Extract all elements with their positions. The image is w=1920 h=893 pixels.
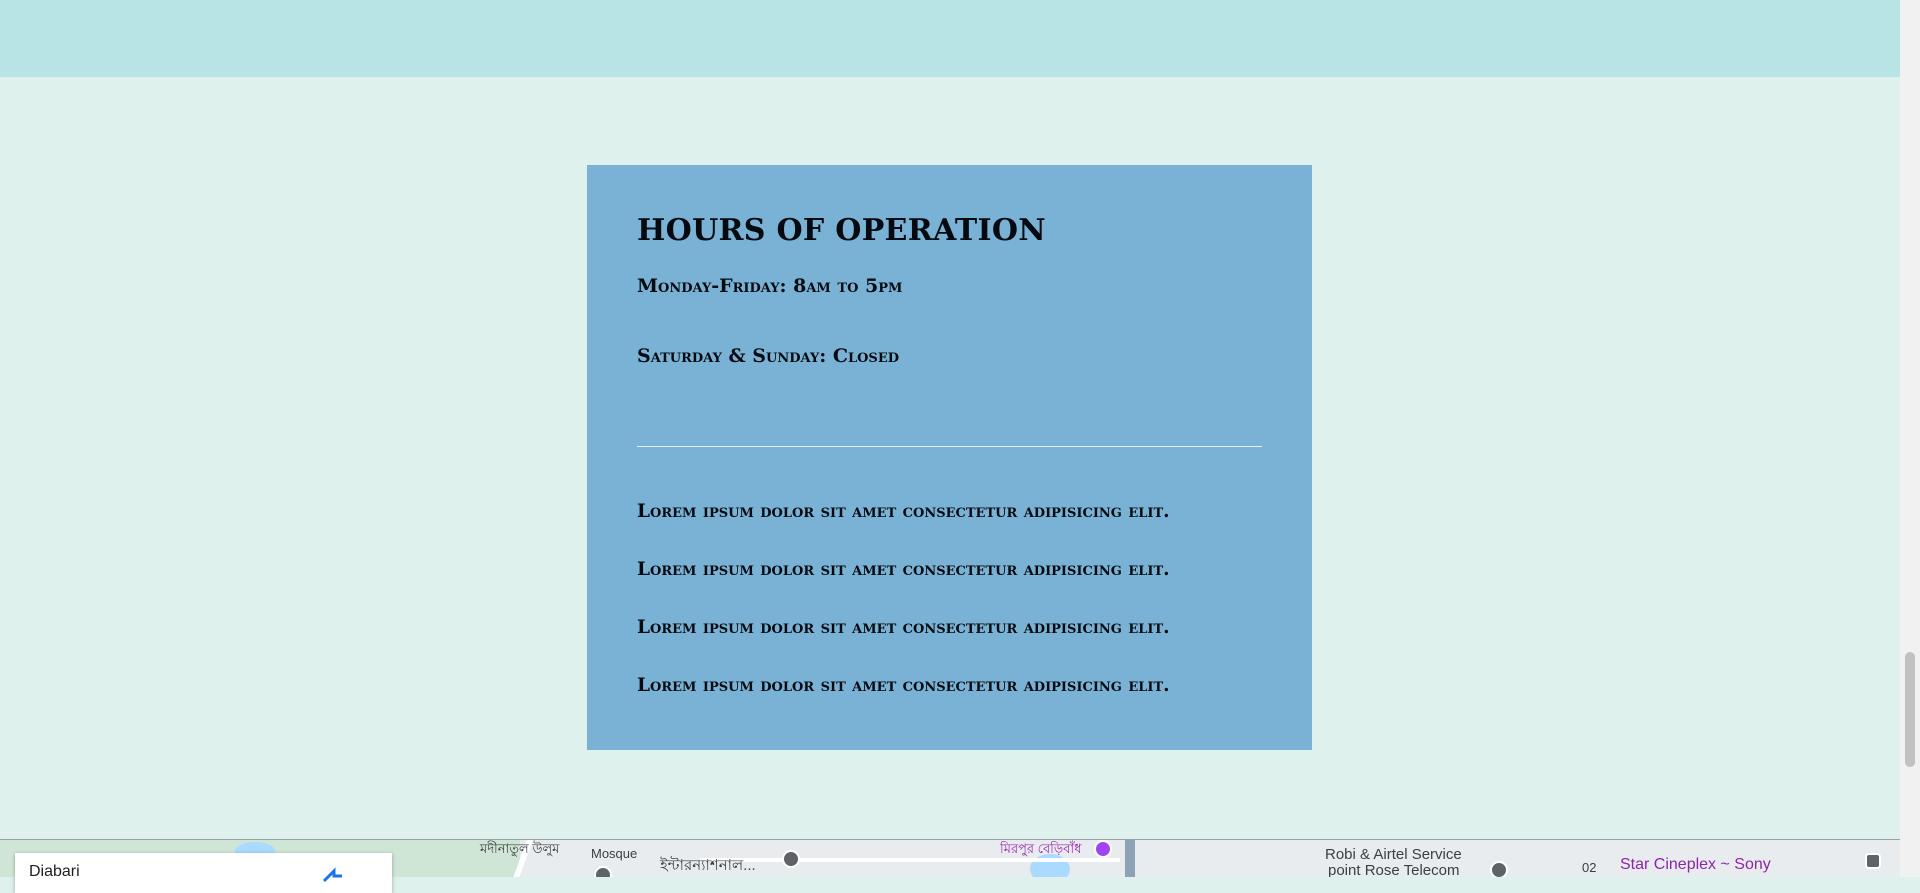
map-label-robi: point Rose Telecom — [1328, 862, 1460, 877]
place-pin-icon[interactable] — [594, 866, 612, 877]
place-pin-icon[interactable] — [1094, 840, 1112, 858]
map-label-bn: ইন্টারন্যাশনাল... — [660, 857, 756, 874]
hours-title: HOURS OF OPERATION — [637, 213, 1046, 248]
map-place-name: Diabari — [29, 863, 80, 880]
top-band — [0, 0, 1900, 77]
weekday-hours: Monday-Friday: 8am to 5pm — [637, 275, 903, 297]
page-scrollbar[interactable] — [1900, 0, 1920, 877]
map-label-mosque: Mosque — [591, 846, 638, 861]
hours-card: HOURS OF OPERATION Monday-Friday: 8am to… — [587, 165, 1312, 750]
transit-icon[interactable] — [1865, 853, 1881, 869]
school-icon[interactable] — [782, 850, 800, 868]
place-pin-icon[interactable] — [1490, 861, 1508, 877]
map-label-cineplex: Star Cineplex ~ Sony — [1620, 856, 1771, 873]
map-road — [1125, 840, 1135, 877]
divider — [637, 446, 1262, 447]
map-label-robi: Robi & Airtel Service — [1325, 846, 1462, 863]
map-label-road: 02 — [1582, 860, 1597, 875]
note-line: Lorem ipsum dolor sit amet consectetur a… — [637, 501, 1170, 522]
scrollbar-thumb[interactable] — [1905, 652, 1915, 767]
note-line: Lorem ipsum dolor sit amet consectetur a… — [637, 559, 1170, 580]
map-info-card[interactable]: Diabari — [15, 853, 392, 893]
note-line: Lorem ipsum dolor sit amet consectetur a… — [637, 617, 1170, 638]
map-label-bn: মদীনাতুল উলুম — [480, 841, 560, 856]
weekend-hours: Saturday & Sunday: Closed — [637, 345, 900, 367]
map-label-bn: মিরপুর বেড়িবাঁধ — [1000, 841, 1082, 856]
note-line: Lorem ipsum dolor sit amet consectetur a… — [637, 675, 1170, 696]
directions-icon[interactable] — [320, 867, 344, 883]
